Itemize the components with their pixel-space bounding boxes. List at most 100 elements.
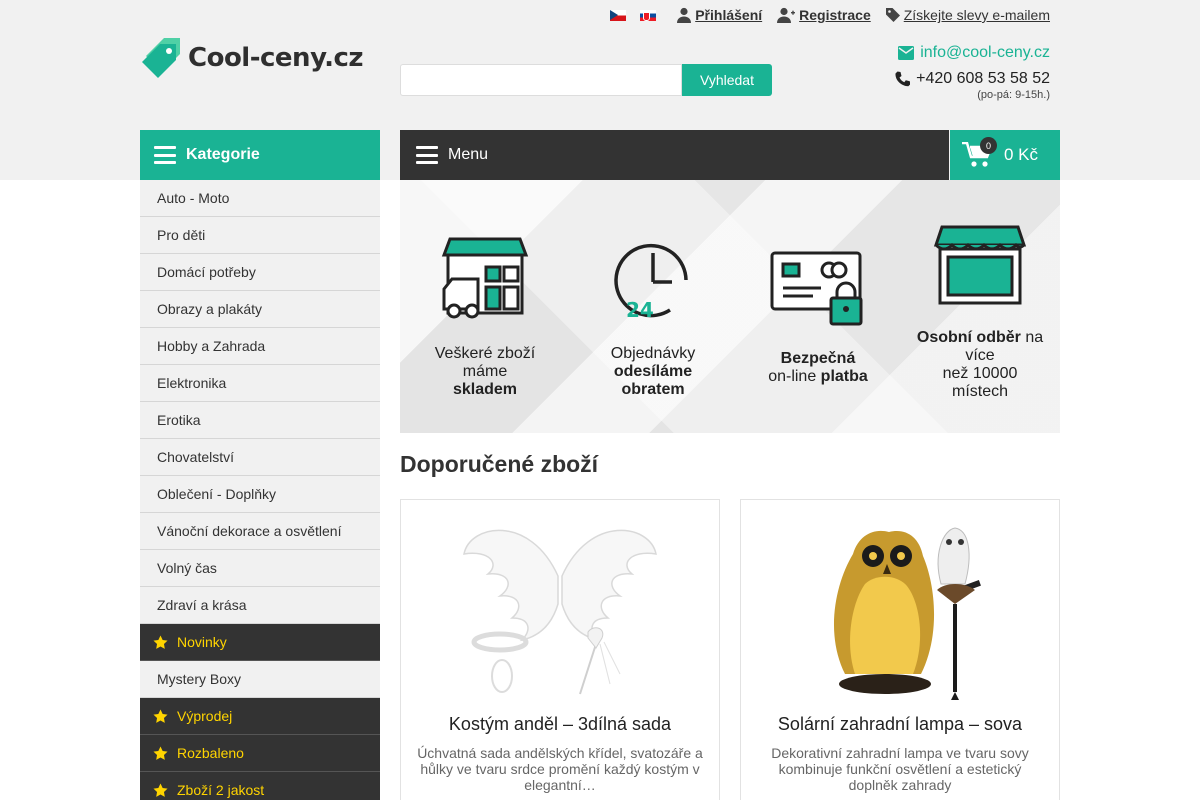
benefit-payment-line2: on-line xyxy=(768,368,817,385)
star-icon xyxy=(153,745,168,760)
sidebar-item-auto-moto[interactable]: Auto - Moto xyxy=(140,180,380,217)
sidebar-item-elektronika[interactable]: Elektronika xyxy=(140,365,380,402)
top-bar: Přihlášení Registrace Získejte slevy e-m… xyxy=(610,7,1050,23)
product-image[interactable] xyxy=(401,514,719,710)
sidebar-item-label: Mystery Boxy xyxy=(157,671,242,687)
category-sidebar: Auto - Moto Pro děti Domácí potřeby Obra… xyxy=(140,180,380,800)
contact-email: info@cool-ceny.cz xyxy=(920,44,1050,61)
benefit-payment-bold2: platba xyxy=(820,368,868,385)
login-link[interactable]: Přihlášení xyxy=(676,7,762,23)
benefit-payment-bold1: Bezpečná xyxy=(780,350,856,367)
sidebar-item-label: Auto - Moto xyxy=(157,190,230,206)
product-name[interactable]: Kostým anděl – 3dílná sada xyxy=(401,714,719,735)
flag-cz-icon[interactable] xyxy=(610,9,627,21)
sidebar-item-chovatelstvi[interactable]: Chovatelství xyxy=(140,439,380,476)
contact-phone: +420 608 53 58 52 xyxy=(916,70,1050,87)
hamburger-icon xyxy=(416,146,438,164)
sidebar-item-obleceni[interactable]: Oblečení - Doplňky xyxy=(140,476,380,513)
user-icon xyxy=(677,7,692,23)
sidebar-item-label: Domácí potřeby xyxy=(157,264,256,280)
flag-sk-icon[interactable] xyxy=(640,9,657,21)
user-plus-icon xyxy=(777,7,796,23)
star-icon xyxy=(153,634,168,649)
sidebar-item-pro-deti[interactable]: Pro děti xyxy=(140,217,380,254)
contact-email-link[interactable]: info@cool-ceny.cz xyxy=(894,44,1050,62)
tag-icon xyxy=(885,8,900,22)
star-icon xyxy=(153,708,168,723)
angel-wings-image xyxy=(463,529,657,695)
sidebar-item-obrazy-plakaty[interactable]: Obrazy a plakáty xyxy=(140,291,380,328)
contact-phone-link[interactable]: +420 608 53 58 52 xyxy=(894,70,1050,88)
price-tag-logo-icon xyxy=(142,38,180,78)
clock-24-icon: 24 xyxy=(614,243,688,322)
envelope-icon xyxy=(898,46,915,60)
section-title-recommended: Doporučené zboží xyxy=(400,451,599,477)
login-label: Přihlášení xyxy=(695,7,763,23)
benefit-pickup-bold1: Osobní odběr xyxy=(916,329,1021,346)
search-input[interactable] xyxy=(400,64,682,96)
sidebar-item-zbozi-2-jakost[interactable]: Zboží 2 jakost xyxy=(140,772,380,800)
benefit-payment-line: on-line platba xyxy=(753,368,883,386)
sidebar-item-label: Elektronika xyxy=(157,375,227,391)
register-label: Registrace xyxy=(799,7,871,23)
categories-toggle[interactable]: Kategorie xyxy=(140,130,380,180)
benefit-pickup-line3: než 10000 xyxy=(942,365,1018,382)
benefit-shipping-bold1: odesíláme xyxy=(613,363,693,380)
sidebar-item-vyprodej[interactable]: Výprodej xyxy=(140,698,380,735)
sidebar-item-label: Volný čas xyxy=(157,560,217,576)
discount-email-link[interactable]: Získejte slevy e-mailem xyxy=(885,7,1050,23)
sidebar-item-vanocni-dekorace[interactable]: Vánoční dekorace a osvětlení xyxy=(140,513,380,550)
product-card[interactable]: Kostým anděl – 3dílná sada Úchvatná sada… xyxy=(400,499,720,800)
contact-hours: (po-pá: 9-15h.) xyxy=(977,89,1050,101)
benefit-pickup: Osobní odběr na více než 10000 místech xyxy=(910,225,1050,401)
contact-box: info@cool-ceny.cz +420 608 53 58 52 (po-… xyxy=(894,44,1050,101)
language-switcher xyxy=(610,9,657,21)
search-button[interactable]: Vyhledat xyxy=(682,64,772,96)
register-link[interactable]: Registrace xyxy=(776,7,871,23)
sidebar-item-mystery-boxy[interactable]: Mystery Boxy xyxy=(140,661,380,698)
discount-label: Získejte slevy e-mailem xyxy=(903,7,1050,23)
benefit-shipping: 24 Objednávky odesíláme obratem xyxy=(588,235,718,399)
categories-label: Kategorie xyxy=(186,146,260,163)
sidebar-item-erotika[interactable]: Erotika xyxy=(140,402,380,439)
sidebar-item-label: Erotika xyxy=(157,412,201,428)
warehouse-truck-icon xyxy=(441,237,529,319)
cart-button[interactable]: 0 0 Kč xyxy=(950,130,1060,180)
logo[interactable]: Cool-ceny.cz xyxy=(140,36,364,80)
product-name[interactable]: Solární zahradní lampa – sova xyxy=(741,714,1059,735)
sidebar-item-zdravi-krasa[interactable]: Zdraví a krása xyxy=(140,587,380,624)
search-form: Vyhledat xyxy=(400,64,772,96)
benefit-pickup-line2: více xyxy=(965,347,995,364)
benefit-pickup-line4: místech xyxy=(951,383,1008,400)
sidebar-item-novinky[interactable]: Novinky xyxy=(140,624,380,661)
svg-text:24: 24 xyxy=(626,298,654,322)
benefit-pickup-line: Osobní odběr na xyxy=(910,329,1050,347)
benefit-pickup-line1: na xyxy=(1025,329,1044,346)
owl-solar-lamp-image xyxy=(833,527,981,700)
benefits-banner: Veškeré zboží máme skladem 24 Objednávky… xyxy=(400,180,1060,433)
sidebar-item-label: Chovatelství xyxy=(157,449,235,465)
star-icon xyxy=(153,782,168,797)
product-image[interactable] xyxy=(741,514,1059,710)
menu-toggle[interactable]: Menu xyxy=(400,130,949,180)
sidebar-item-label: Zdraví a krása xyxy=(157,597,247,613)
hamburger-icon xyxy=(154,146,176,164)
benefit-stock-line2: máme xyxy=(462,363,508,380)
sidebar-item-label: Zboží 2 jakost xyxy=(177,782,265,798)
logo-text: Cool-ceny.cz xyxy=(188,43,364,73)
sidebar-item-rozbaleno[interactable]: Rozbaleno xyxy=(140,735,380,772)
phone-icon xyxy=(895,71,911,87)
sidebar-item-label: Oblečení - Doplňky xyxy=(157,486,277,502)
secure-card-icon xyxy=(770,251,863,326)
shop-icon xyxy=(933,225,1027,305)
sidebar-item-label: Rozbaleno xyxy=(177,745,244,761)
sidebar-item-volny-cas[interactable]: Volný čas xyxy=(140,550,380,587)
sidebar-item-label: Hobby a Zahrada xyxy=(157,338,266,354)
sidebar-item-hobby-zahrada[interactable]: Hobby a Zahrada xyxy=(140,328,380,365)
benefit-shipping-bold2: obratem xyxy=(621,381,685,398)
benefit-stock-line1: Veškeré zboží xyxy=(434,345,536,362)
sidebar-item-label: Obrazy a plakáty xyxy=(157,301,263,317)
menu-label: Menu xyxy=(448,146,489,163)
sidebar-item-domaci-potreby[interactable]: Domácí potřeby xyxy=(140,254,380,291)
product-card[interactable]: Solární zahradní lampa – sova Dekorativn… xyxy=(740,499,1060,800)
